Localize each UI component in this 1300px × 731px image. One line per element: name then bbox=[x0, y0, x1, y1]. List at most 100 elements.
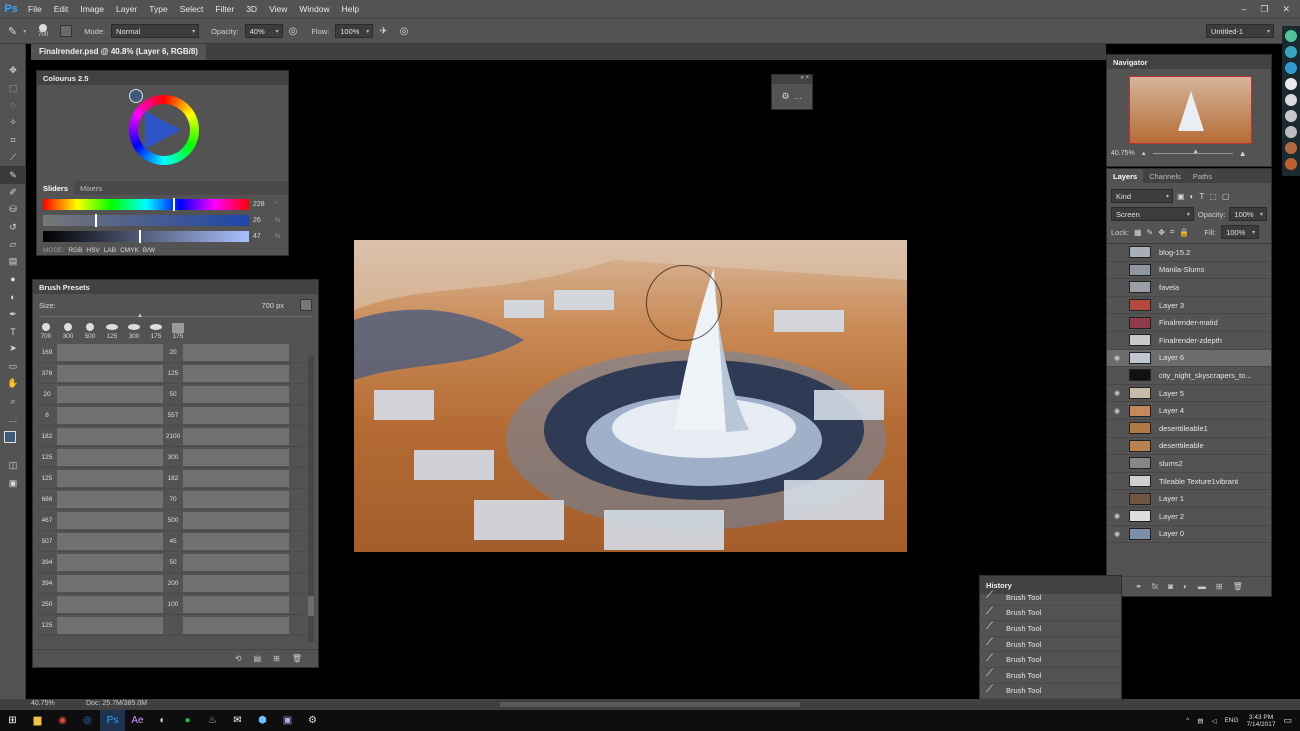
mode-dropdown[interactable]: Normal ▾ bbox=[111, 24, 200, 38]
mode-hsv[interactable]: HSV bbox=[86, 247, 99, 254]
navigator-zoom-slider[interactable]: ▲ bbox=[1152, 149, 1233, 155]
brush-stroke-preview[interactable] bbox=[183, 532, 289, 550]
dodge-icon[interactable]: ◐ bbox=[0, 288, 26, 305]
brush-scrollbar[interactable] bbox=[308, 356, 314, 642]
menu-3d[interactable]: 3D bbox=[240, 4, 263, 14]
brush-stroke-preview[interactable] bbox=[183, 616, 289, 634]
spotify-icon[interactable]: ● bbox=[175, 710, 200, 731]
more-icon[interactable]: … bbox=[0, 410, 26, 427]
brush-stroke-preview[interactable] bbox=[183, 406, 289, 424]
tip-size[interactable]: 175 bbox=[151, 333, 162, 340]
gradient-icon[interactable]: ▤ bbox=[0, 253, 26, 270]
foreground-color[interactable] bbox=[4, 431, 16, 444]
history-brush-icon[interactable]: ↺ bbox=[0, 219, 26, 236]
brush-stroke-preview[interactable] bbox=[57, 532, 163, 550]
layer-name[interactable]: deserttileable1 bbox=[1159, 424, 1208, 433]
app-icon[interactable]: ⬢ bbox=[250, 710, 275, 731]
toggle-brush-panel-icon[interactable]: ⟲ bbox=[235, 654, 242, 663]
layer-row[interactable]: ◉ Layer 6 bbox=[1107, 349, 1271, 368]
history-item[interactable]: ⟋ Brush Tool bbox=[980, 684, 1121, 700]
layer-row[interactable]: favela bbox=[1107, 279, 1271, 297]
history-item[interactable]: ⟋ Brush Tool bbox=[980, 590, 1121, 606]
move-icon[interactable]: ✥ bbox=[0, 62, 26, 79]
layer-name[interactable]: Layer 3 bbox=[1159, 301, 1184, 310]
chrome-icon[interactable]: ◉ bbox=[50, 710, 75, 731]
zoom-in-icon[interactable]: ▲ bbox=[1239, 149, 1247, 158]
pen-icon[interactable]: ✒ bbox=[0, 305, 26, 322]
layer-name[interactable]: Finalrender-matid bbox=[1159, 318, 1218, 327]
brush-panel-toggle-icon[interactable] bbox=[60, 25, 73, 37]
brush-stroke-preview[interactable] bbox=[183, 364, 289, 382]
app-shortcut-icon[interactable] bbox=[1285, 30, 1297, 42]
brush-stroke-preview[interactable] bbox=[57, 364, 163, 382]
navigator-zoom-value[interactable]: 40.75% bbox=[1111, 150, 1135, 157]
eye-icon[interactable]: ◉ bbox=[1107, 389, 1127, 397]
brush-preset-row[interactable]: 6 557 bbox=[37, 405, 314, 426]
brush-stroke-preview[interactable] bbox=[183, 553, 289, 571]
layer-name[interactable]: blog-15.2 bbox=[1159, 248, 1190, 257]
mode-lab[interactable]: LAB bbox=[104, 247, 116, 254]
mode-cmyk[interactable]: CMYK bbox=[120, 247, 139, 254]
menu-file[interactable]: File bbox=[22, 4, 48, 14]
smart-filter-icon[interactable]: ▢ bbox=[1222, 192, 1230, 201]
lock-pixels-icon[interactable]: ✎ bbox=[1147, 228, 1154, 237]
tip-size[interactable]: 300 bbox=[129, 333, 140, 340]
layer-row[interactable]: Finalrender-zdepth bbox=[1107, 332, 1271, 350]
layer-row[interactable]: Layer 3 bbox=[1107, 297, 1271, 315]
tab-mixers[interactable]: Mixers bbox=[74, 181, 108, 195]
layer-name[interactable]: Tileable Texture1vibrant bbox=[1159, 477, 1238, 486]
layer-name[interactable]: deserttileable bbox=[1159, 441, 1204, 450]
brush-stroke-preview[interactable] bbox=[57, 469, 163, 487]
app-shortcut-icon[interactable] bbox=[1285, 46, 1297, 58]
link-layers-icon[interactable]: ⚭ bbox=[1135, 582, 1142, 591]
eye-icon[interactable]: ◉ bbox=[1107, 354, 1127, 362]
history-item[interactable]: ⟋ Brush Tool bbox=[980, 621, 1121, 637]
layer-row[interactable]: Manila-Slums bbox=[1107, 262, 1271, 280]
workspace-dropdown[interactable]: Untitled-1 ▾ bbox=[1206, 24, 1274, 38]
brush-preset-row[interactable]: 250 100 bbox=[37, 594, 314, 615]
layer-row[interactable]: ◉ Layer 0 bbox=[1107, 526, 1271, 544]
brush-stroke-preview[interactable] bbox=[183, 511, 289, 529]
app-shortcut-icon[interactable] bbox=[1285, 78, 1297, 90]
layer-name[interactable]: favela bbox=[1159, 283, 1179, 292]
delete-brush-icon[interactable]: 🗑 bbox=[292, 654, 302, 663]
brush-tool-icon[interactable]: ✎ bbox=[8, 25, 17, 38]
tip-size[interactable]: 125 bbox=[107, 333, 118, 340]
brush-preset-row[interactable]: 125 182 bbox=[37, 468, 314, 489]
app-shortcut-icon[interactable] bbox=[1285, 62, 1297, 74]
quick-mask-icon[interactable]: ◫ bbox=[0, 457, 26, 474]
opacity-input[interactable]: 40% ▾ bbox=[244, 24, 283, 38]
menu-layer[interactable]: Layer bbox=[110, 4, 143, 14]
photoshop-taskbar-icon[interactable]: Ps bbox=[100, 710, 125, 731]
menu-filter[interactable]: Filter bbox=[209, 4, 240, 14]
more-options-icon[interactable]: … bbox=[794, 91, 803, 101]
brush-stroke-preview[interactable] bbox=[57, 574, 163, 592]
browser-icon[interactable]: ◎ bbox=[75, 710, 100, 731]
lock-artboard-icon[interactable]: ⌗ bbox=[1170, 227, 1175, 237]
layer-name[interactable]: Layer 4 bbox=[1159, 406, 1184, 415]
lock-position-icon[interactable]: ✥ bbox=[1158, 228, 1165, 237]
new-preset-icon[interactable] bbox=[300, 299, 312, 311]
document-tab[interactable]: Finalrender.psd @ 40.8% (Layer 6, RGB/8) bbox=[31, 44, 206, 60]
tray-language[interactable]: ENG bbox=[1224, 717, 1238, 724]
layer-row[interactable]: Tileable Texture1vibrant bbox=[1107, 473, 1271, 491]
after-effects-icon[interactable]: Ae bbox=[125, 710, 150, 731]
app-icon[interactable]: ◐ bbox=[150, 710, 175, 731]
brightness-slider[interactable] bbox=[43, 230, 249, 243]
new-brush-icon[interactable]: ⊞ bbox=[273, 654, 280, 663]
properties-icon[interactable]: ⚙ bbox=[781, 91, 789, 102]
mode-bw[interactable]: B/W bbox=[143, 247, 155, 254]
horizontal-scrollbar[interactable] bbox=[500, 702, 800, 707]
layer-name[interactable]: Manila-Slums bbox=[1159, 265, 1204, 274]
brush-preset-row[interactable]: 125 bbox=[37, 615, 314, 636]
brush-stroke-preview[interactable] bbox=[57, 553, 163, 571]
navigator-thumbnail[interactable] bbox=[1129, 76, 1252, 144]
tray-arrow-icon[interactable]: ^ bbox=[1186, 717, 1189, 724]
layer-opacity-input[interactable]: 100% ▾ bbox=[1229, 207, 1267, 221]
delete-layer-icon[interactable]: 🗑 bbox=[1233, 582, 1243, 591]
screen-mode-icon[interactable]: ▣ bbox=[0, 475, 26, 492]
status-zoom[interactable]: 40.75% bbox=[31, 700, 55, 707]
tip-size[interactable]: 500 bbox=[85, 333, 96, 340]
menu-window[interactable]: Window bbox=[293, 4, 335, 14]
eye-icon[interactable]: ◉ bbox=[1107, 530, 1127, 538]
